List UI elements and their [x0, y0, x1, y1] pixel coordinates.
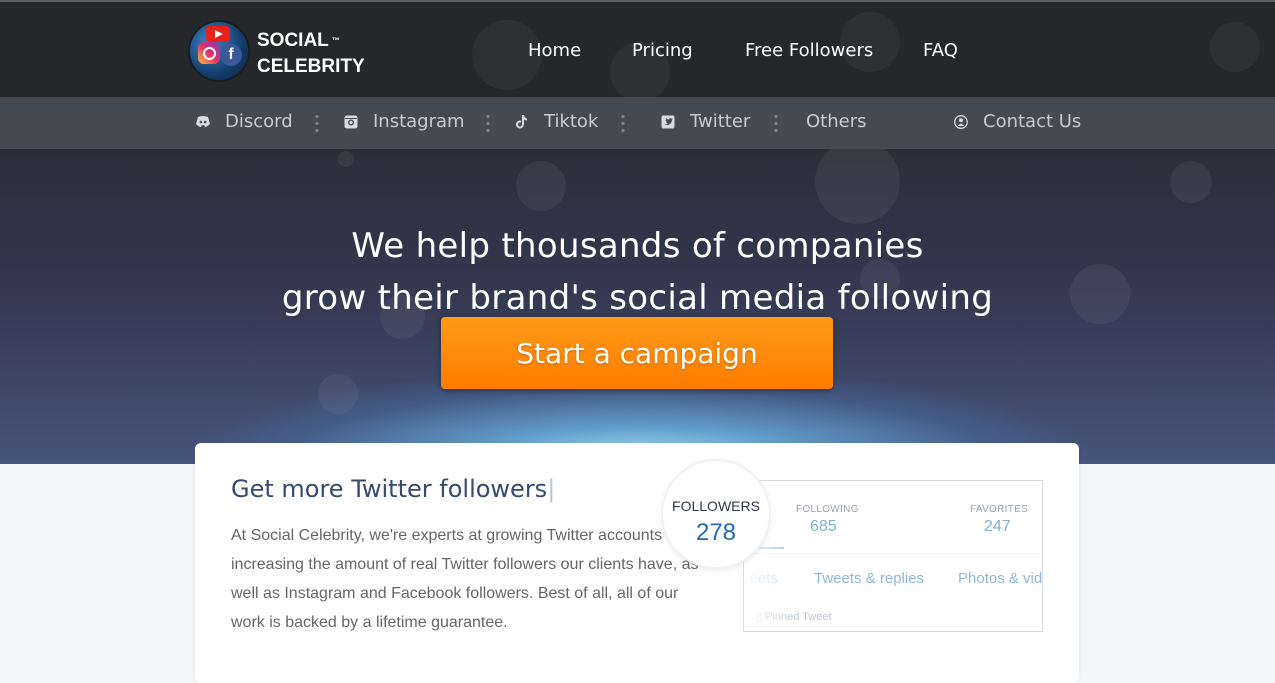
- decorative-bubble: [338, 151, 354, 167]
- following-value: 685: [810, 518, 837, 535]
- site-logo[interactable]: f SOCIAL ™ CELEBRITY: [190, 20, 365, 84]
- photos-videos-tab: Photos & vid: [958, 570, 1043, 587]
- tweets-replies-tab: Tweets & replies: [814, 570, 925, 587]
- subnav-item-contact[interactable]: Contact Us: [953, 111, 1081, 132]
- user-icon: [954, 114, 968, 129]
- platform-nav: Discord Instagram Tiktok Twitter Others …: [0, 97, 1275, 149]
- subnav-label: Twitter: [690, 111, 751, 132]
- hero-section: We help thousands of companies grow thei…: [0, 149, 1275, 464]
- typing-caret: |: [547, 475, 556, 503]
- tiktok-icon: [516, 114, 527, 128]
- subnav-label: Tiktok: [544, 111, 599, 132]
- followers-label: FOLLOWERS: [672, 498, 760, 514]
- start-campaign-button[interactable]: Start a campaign: [441, 317, 833, 389]
- top-header: f SOCIAL ™ CELEBRITY Home Pricing Free Fo…: [0, 0, 1275, 97]
- following-label: FOLLOWING: [796, 504, 859, 515]
- favorites-value: 247: [984, 518, 1011, 535]
- twitter-icon: [661, 115, 675, 128]
- nav-pricing[interactable]: Pricing: [632, 40, 693, 61]
- facebook-logo-icon: f: [220, 44, 242, 66]
- feature-description: At Social Celebrity, we're experts at gr…: [231, 527, 699, 631]
- logo-line2: CELEBRITY: [257, 56, 365, 77]
- twitter-profile-mockup: 7K FOLLOWING 685 FAVORITES 247 veets Twe…: [743, 480, 1043, 632]
- subnav-label: Instagram: [373, 111, 465, 132]
- subnav-item-tiktok[interactable]: Tiktok: [514, 111, 598, 132]
- hero-title-line2: grow their brand's social media followin…: [281, 277, 994, 318]
- divider: [486, 113, 490, 133]
- instagram-icon: [344, 115, 358, 128]
- divider: [774, 113, 778, 133]
- nav-free-followers[interactable]: Free Followers: [745, 40, 873, 61]
- divider: [315, 113, 319, 133]
- favorites-label: FAVORITES: [970, 504, 1029, 515]
- subnav-label: Others: [806, 111, 867, 132]
- logo-text: SOCIAL ™ CELEBRITY: [257, 28, 365, 80]
- decorative-bubble: [1170, 161, 1212, 203]
- divider: [621, 113, 625, 133]
- subnav-item-discord[interactable]: Discord: [195, 111, 293, 132]
- subnav-item-instagram[interactable]: Instagram: [343, 111, 465, 132]
- nav-faq[interactable]: FAQ: [923, 40, 958, 61]
- feature-title: Get more Twitter followers|: [231, 475, 555, 503]
- decorative-bubble: [516, 161, 566, 211]
- hero-title: We help thousands of companies grow thei…: [0, 220, 1275, 324]
- discord-icon: [196, 115, 210, 127]
- subnav-item-others[interactable]: Others: [806, 111, 867, 132]
- logo-line1: SOCIAL: [257, 30, 329, 51]
- instagram-logo-icon: [198, 42, 220, 64]
- decorative-bubble: [815, 149, 900, 224]
- nav-home[interactable]: Home: [528, 40, 581, 61]
- feature-title-text: Get more Twitter followers: [231, 475, 548, 503]
- subnav-label: Discord: [225, 111, 293, 132]
- followers-value: 278: [695, 519, 737, 546]
- followers-highlight-circle: FOLLOWERS 278: [663, 461, 769, 567]
- decorative-bubble: [1210, 22, 1260, 72]
- trademark-symbol: ™: [331, 36, 340, 45]
- subnav-item-twitter[interactable]: Twitter: [660, 111, 750, 132]
- feature-card: Get more Twitter followers| At Social Ce…: [195, 443, 1079, 683]
- hero-title-line1: We help thousands of companies: [351, 225, 924, 266]
- subnav-label: Contact Us: [983, 111, 1082, 132]
- youtube-logo-icon: [206, 26, 230, 42]
